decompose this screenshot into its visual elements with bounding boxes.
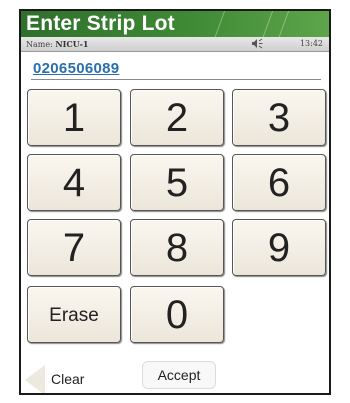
strip-lot-value: 0206506089 <box>33 60 120 77</box>
erase-button[interactable]: Erase <box>27 286 121 343</box>
key-1[interactable]: 1 <box>27 89 121 146</box>
speaker-icon <box>252 38 263 49</box>
clear-label: Clear <box>51 371 85 387</box>
bottom-bar: Clear Accept <box>21 359 329 393</box>
clear-button[interactable]: Clear <box>23 365 93 393</box>
key-2[interactable]: 2 <box>130 89 224 146</box>
device-screen: Enter Strip Lot Name: NICU-1 13:42 02065… <box>19 9 331 395</box>
title-decoration <box>211 11 228 37</box>
name-value: NICU-1 <box>55 39 89 49</box>
key-7[interactable]: 7 <box>27 219 121 276</box>
left-arrow-icon <box>25 365 45 393</box>
page-title: Enter Strip Lot <box>26 12 175 35</box>
strip-lot-field[interactable]: 0206506089 <box>31 57 321 80</box>
key-3[interactable]: 3 <box>232 89 326 146</box>
key-5[interactable]: 5 <box>130 154 224 211</box>
status-bar: Name: NICU-1 13:42 <box>21 37 329 52</box>
key-9[interactable]: 9 <box>232 219 326 276</box>
key-0[interactable]: 0 <box>130 286 224 343</box>
name-label: Name: <box>26 40 53 49</box>
title-bar: Enter Strip Lot <box>21 11 329 37</box>
key-4[interactable]: 4 <box>27 154 121 211</box>
accept-button[interactable]: Accept <box>142 361 216 389</box>
key-8[interactable]: 8 <box>130 219 224 276</box>
title-decoration <box>259 11 276 37</box>
clock: 13:42 <box>299 39 323 48</box>
title-decoration <box>275 11 292 37</box>
key-6[interactable]: 6 <box>232 154 326 211</box>
operator-name: Name: NICU-1 <box>26 39 89 49</box>
